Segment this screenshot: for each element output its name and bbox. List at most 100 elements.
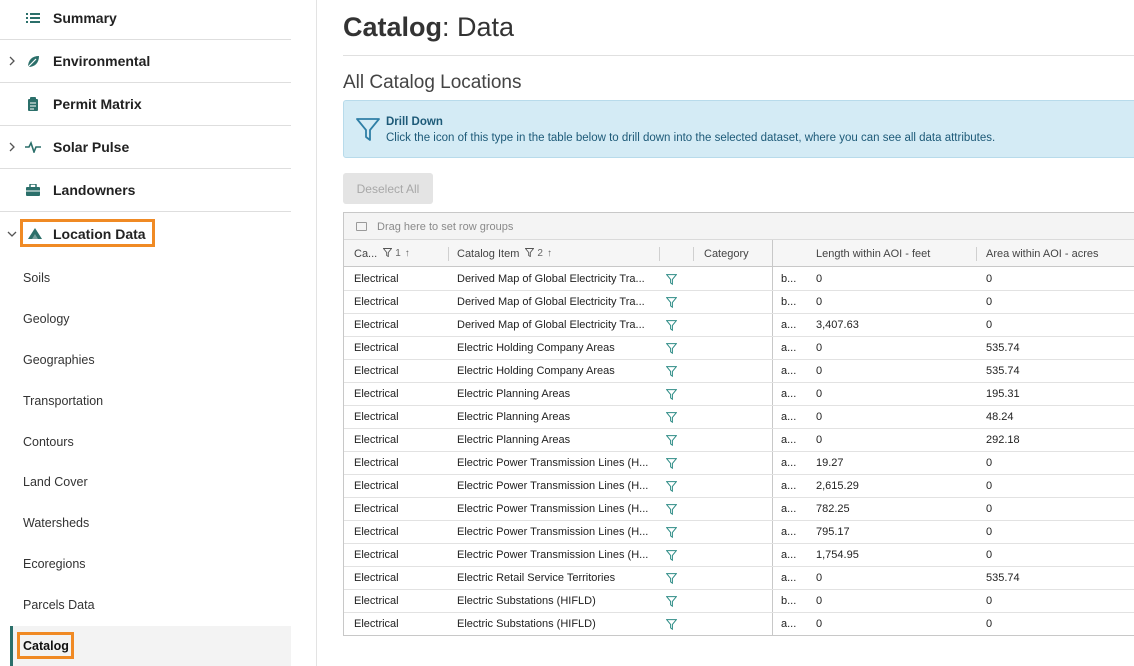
table-row[interactable]: Electrical Derived Map of Global Electric…	[344, 291, 1134, 314]
cell-catalog-item: Electric Planning Areas	[457, 434, 571, 446]
sub-item-parcels-data[interactable]: Parcels Data	[23, 598, 95, 612]
table-row[interactable]: Electrical Electric Power Transmission Li…	[344, 475, 1134, 498]
sub-item-contours[interactable]: Contours	[23, 435, 74, 449]
cell-length: 0	[816, 342, 823, 354]
chevron-right-icon[interactable]	[6, 55, 18, 67]
table-row[interactable]: Electrical Electric Retail Service Territ…	[344, 567, 1134, 590]
cell-truncated: a...	[781, 480, 797, 492]
cell-truncated: b...	[781, 595, 797, 607]
cell-length: 0	[816, 388, 823, 400]
cell-category-abbr: Electrical	[354, 526, 399, 538]
table-row[interactable]: Electrical Electric Planning Areas a... 0 19…	[344, 383, 1134, 406]
cell-catalog-item: Electric Power Transmission Lines (H...	[457, 549, 649, 561]
drill-down-filter-icon[interactable]	[666, 337, 680, 359]
cell-catalog-item: Electric Power Transmission Lines (H...	[457, 457, 649, 469]
cell-catalog-item: Electric Planning Areas	[457, 388, 571, 400]
cell-category-abbr: Electrical	[354, 549, 399, 561]
nav-item-summary[interactable]: Summary	[0, 0, 291, 40]
cell-catalog-item: Electric Power Transmission Lines (H...	[457, 480, 649, 492]
drill-down-filter-icon[interactable]	[666, 268, 680, 290]
deselect-all-button[interactable]: Deselect All	[343, 173, 433, 204]
sort-ascending-icon[interactable]: ↑	[547, 248, 552, 259]
leaf-icon	[25, 53, 41, 69]
cell-length: 2,615.29	[816, 480, 859, 492]
sub-item-soils[interactable]: Soils	[23, 271, 50, 285]
cell-category-abbr: Electrical	[354, 388, 399, 400]
cell-length: 0	[816, 595, 823, 607]
cell-category-abbr: Electrical	[354, 572, 399, 584]
drill-down-filter-icon[interactable]	[666, 498, 680, 520]
nav-item-solar-pulse[interactable]: Solar Pulse	[0, 126, 291, 169]
drill-down-filter-icon[interactable]	[666, 521, 680, 543]
filter-icon[interactable]	[382, 247, 393, 260]
drill-down-filter-icon[interactable]	[666, 475, 680, 497]
cell-catalog-item: Electric Holding Company Areas	[457, 365, 615, 377]
drill-down-filter-icon[interactable]	[666, 544, 680, 566]
cell-length: 795.17	[816, 526, 850, 538]
sub-item-geographies[interactable]: Geographies	[23, 353, 95, 367]
catalog-data-grid: Drag here to set row groups Ca... 1 ↑ Ca…	[343, 212, 1134, 636]
active-item-indicator	[10, 626, 13, 666]
sub-item-ecoregions[interactable]: Ecoregions	[23, 557, 86, 571]
cell-length: 0	[816, 296, 823, 308]
nav-item-environmental[interactable]: Environmental	[0, 40, 291, 83]
sub-item-transportation[interactable]: Transportation	[23, 394, 103, 408]
row-group-icon	[356, 222, 367, 231]
sub-item-land-cover[interactable]: Land Cover	[23, 475, 88, 489]
sort-ascending-icon[interactable]: ↑	[405, 248, 410, 259]
drill-down-filter-icon[interactable]	[666, 383, 680, 405]
cell-area: 535.74	[986, 342, 1020, 354]
drill-down-filter-icon[interactable]	[666, 567, 680, 589]
table-row[interactable]: Electrical Derived Map of Global Electric…	[344, 314, 1134, 337]
header-cell-category-abbr[interactable]: Ca... 1 ↑	[354, 240, 410, 267]
cell-category-abbr: Electrical	[354, 618, 399, 630]
chevron-right-icon[interactable]	[6, 141, 18, 153]
table-row[interactable]: Electrical Electric Holding Company Areas…	[344, 337, 1134, 360]
header-cell-catalog-item[interactable]: Catalog Item 2 ↑	[457, 240, 552, 267]
cell-area: 0	[986, 457, 993, 469]
cell-truncated: a...	[781, 572, 797, 584]
cell-catalog-item: Electric Planning Areas	[457, 411, 571, 423]
header-cell-category[interactable]: Category	[704, 240, 749, 267]
column-separator	[693, 247, 694, 261]
table-row[interactable]: Electrical Electric Power Transmission Li…	[344, 521, 1134, 544]
table-row[interactable]: Electrical Electric Power Transmission Li…	[344, 452, 1134, 475]
cell-catalog-item: Electric Substations (HIFLD)	[457, 618, 596, 630]
drill-down-filter-icon[interactable]	[666, 452, 680, 474]
table-row[interactable]: Electrical Electric Planning Areas a... 0 48…	[344, 406, 1134, 429]
drill-down-filter-icon[interactable]	[666, 590, 680, 612]
row-group-drop-zone[interactable]: Drag here to set row groups	[344, 213, 1134, 240]
cell-length: 0	[816, 365, 823, 377]
table-row[interactable]: Electrical Electric Power Transmission Li…	[344, 544, 1134, 567]
chevron-down-icon[interactable]	[6, 228, 18, 240]
drill-down-filter-icon[interactable]	[666, 360, 680, 382]
sub-item-watersheds[interactable]: Watersheds	[23, 516, 89, 530]
nav-item-label: Environmental	[53, 53, 151, 69]
drill-down-info-box: Drill Down Click the icon of this type i…	[343, 100, 1134, 158]
cell-catalog-item: Electric Retail Service Territories	[457, 572, 616, 584]
drill-down-filter-icon[interactable]	[666, 613, 680, 635]
table-row[interactable]: Electrical Electric Power Transmission Li…	[344, 498, 1134, 521]
cell-area: 195.31	[986, 388, 1020, 400]
drill-down-filter-icon[interactable]	[666, 314, 680, 336]
drill-down-filter-icon[interactable]	[666, 291, 680, 313]
table-row[interactable]: Electrical Electric Substations (HIFLD) a.…	[344, 613, 1134, 635]
nav-item-landowners[interactable]: Landowners	[0, 169, 291, 212]
nav-item-label: Solar Pulse	[53, 139, 130, 155]
table-row[interactable]: Electrical Electric Substations (HIFLD) b.…	[344, 590, 1134, 613]
drill-down-filter-icon[interactable]	[666, 429, 680, 451]
table-row[interactable]: Electrical Electric Holding Company Areas…	[344, 360, 1134, 383]
table-row[interactable]: Electrical Electric Planning Areas a... 0 29…	[344, 429, 1134, 452]
cell-truncated: a...	[781, 526, 797, 538]
drill-down-filter-icon[interactable]	[666, 406, 680, 428]
cell-category-abbr: Electrical	[354, 595, 399, 607]
header-cell-area[interactable]: Area within AOI - acres	[986, 240, 1099, 267]
filter-icon[interactable]	[524, 247, 535, 260]
sub-item-geology[interactable]: Geology	[23, 312, 70, 326]
cell-length: 19.27	[816, 457, 844, 469]
header-cell-length[interactable]: Length within AOI - feet	[816, 240, 930, 267]
table-row[interactable]: Electrical Derived Map of Global Electric…	[344, 268, 1134, 291]
cell-area: 0	[986, 296, 993, 308]
nav-item-permit-matrix[interactable]: Permit Matrix	[0, 83, 291, 126]
cell-area: 48.24	[986, 411, 1014, 423]
